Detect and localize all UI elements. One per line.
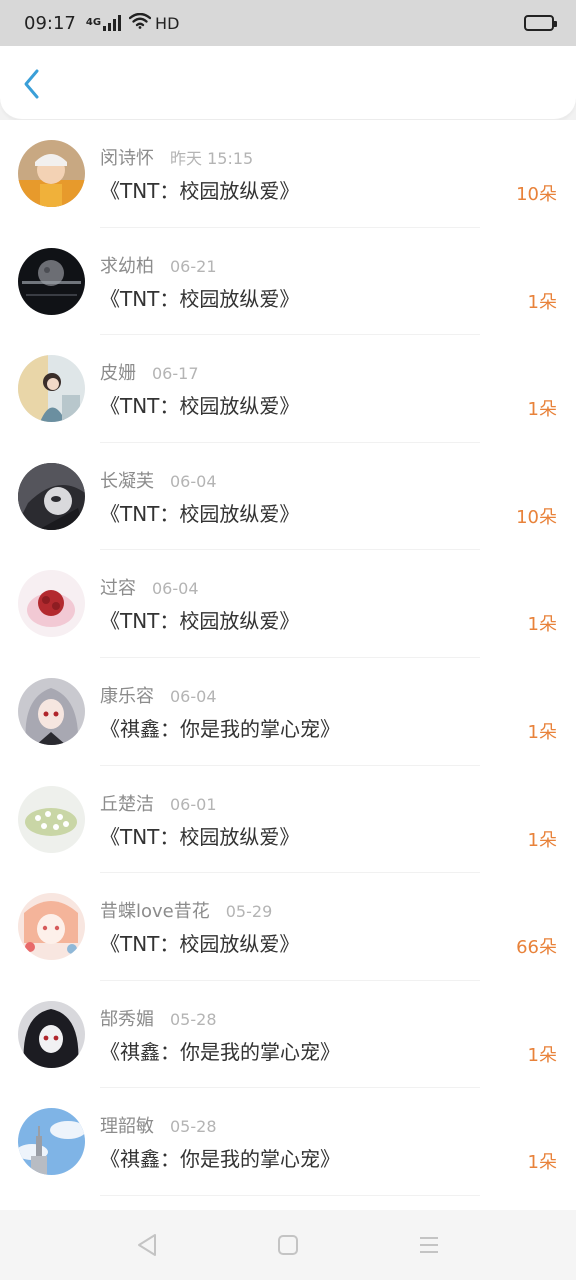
timestamp: 06-17 [152, 364, 199, 384]
book-title: 《祺鑫：你是我的掌心宠》 [100, 1039, 340, 1064]
timestamp: 06-21 [170, 256, 217, 276]
flower-count: 1朵 [527, 829, 557, 851]
triangle-back-icon [138, 1234, 156, 1256]
rose-cake-avatar [18, 570, 85, 638]
menu-lines-icon [420, 1237, 438, 1253]
avatar[interactable] [18, 570, 85, 638]
user-name: 郜秀媚 [100, 1008, 154, 1030]
flower-count: 1朵 [527, 721, 557, 743]
book-title: 《祺鑫：你是我的掌心宠》 [100, 1147, 340, 1172]
hd-indicator: HD [155, 13, 180, 33]
avatar[interactable] [18, 1108, 85, 1176]
nav-home-button[interactable] [276, 1233, 300, 1257]
timestamp: 昨天 15:15 [170, 149, 254, 168]
chevron-left-icon [24, 69, 39, 99]
list-item[interactable]: 郜秀媚 05-28 《祺鑫：你是我的掌心宠》 1朵 [0, 981, 576, 1089]
avatar[interactable] [18, 785, 85, 853]
dark-hair-anime-avatar [18, 1000, 85, 1068]
timestamp: 05-28 [170, 1009, 217, 1029]
book-title: 《TNT：校园放纵爱》 [100, 394, 300, 419]
flower-count: 10朵 [516, 184, 557, 205]
item-meta: 长凝芙 06-04 [100, 467, 217, 493]
timestamp: 06-04 [170, 686, 217, 706]
nav-menu-button[interactable] [417, 1233, 441, 1257]
wifi-icon [128, 12, 152, 33]
header [0, 46, 576, 120]
avatar[interactable] [18, 140, 85, 207]
avatar[interactable] [18, 247, 85, 315]
flower-count: 1朵 [527, 614, 557, 636]
user-name: 昔蝶love昔花 [100, 901, 210, 923]
flower-count: 66朵 [516, 937, 557, 959]
book-title: 《TNT：校园放纵爱》 [100, 824, 300, 849]
flower-count: 1朵 [527, 291, 557, 313]
user-name: 皮姗 [100, 363, 136, 385]
user-name: 闵诗怀 [100, 148, 154, 169]
item-meta: 昔蝶love昔花 05-29 [100, 897, 272, 923]
book-title: 《TNT：校园放纵爱》 [100, 179, 300, 203]
user-name: 康乐容 [100, 685, 154, 707]
list-item[interactable]: 理韶敏 05-28 《祺鑫：你是我的掌心宠》 1朵 [0, 1088, 576, 1196]
book-title: 《TNT：校园放纵爱》 [100, 932, 300, 957]
timestamp: 06-04 [152, 579, 199, 599]
avatar[interactable] [18, 677, 85, 745]
timestamp: 05-29 [225, 902, 273, 922]
flower-count: 10朵 [516, 506, 557, 528]
pastel-anime-avatar [18, 893, 85, 961]
item-meta: 郜秀媚 05-28 [100, 1005, 217, 1031]
child-in-hat-avatar [18, 140, 85, 207]
girl-photo-avatar [18, 355, 85, 423]
silver-hair-anime-avatar [18, 677, 85, 745]
flower-count: 1朵 [527, 1044, 557, 1066]
book-title: 《祺鑫：你是我的掌心宠》 [100, 716, 340, 741]
avatar[interactable] [18, 893, 85, 961]
book-title: 《TNT：校园放纵爱》 [100, 501, 300, 526]
user-name: 理韶敏 [100, 1116, 154, 1138]
dark-anime-avatar [18, 462, 85, 530]
battery-icon [524, 15, 557, 31]
avatar[interactable] [18, 462, 85, 530]
book-title: 《TNT：校园放纵爱》 [100, 609, 300, 634]
list-item[interactable]: 闵诗怀 昨天 15:15 《TNT：校园放纵爱》 10朵 [0, 120, 576, 228]
item-meta: 过容 06-04 [100, 574, 199, 600]
user-name: 过容 [100, 578, 136, 600]
book-title: 《TNT：校园放纵爱》 [100, 286, 300, 311]
list-item[interactable]: 过容 06-04 《TNT：校园放纵爱》 1朵 [0, 550, 576, 658]
status-bar: 09:17 4G HD [0, 0, 576, 46]
list-item[interactable]: 长凝芙 06-04 《TNT：校园放纵爱》 10朵 [0, 443, 576, 551]
babys-breath-flower-avatar [18, 785, 85, 853]
flower-count: 1朵 [527, 1152, 557, 1174]
item-meta: 康乐容 06-04 [100, 682, 217, 708]
user-name: 丘楚洁 [100, 793, 154, 815]
network-type: 4G [85, 17, 102, 28]
timestamp: 06-04 [170, 471, 217, 491]
timestamp: 05-28 [170, 1117, 217, 1137]
list-item[interactable]: 求幼柏 06-21 《TNT：校园放纵爱》 1朵 [0, 228, 576, 336]
item-meta: 皮姗 06-17 [100, 359, 199, 385]
signal-icon [103, 15, 122, 31]
list-item[interactable]: 昔蝶love昔花 05-29 《TNT：校园放纵爱》 66朵 [0, 873, 576, 981]
status-time: 09:17 [24, 12, 76, 34]
system-nav-bar [0, 1210, 576, 1280]
user-name: 长凝芙 [100, 470, 154, 492]
back-button[interactable] [14, 66, 50, 102]
sky-tower-avatar [18, 1108, 85, 1176]
nav-back-button[interactable] [135, 1233, 159, 1257]
item-meta: 理韶敏 05-28 [100, 1112, 217, 1138]
square-home-icon [278, 1235, 298, 1255]
avatar[interactable] [18, 355, 85, 423]
timestamp: 06-01 [170, 794, 217, 814]
item-meta: 求幼柏 06-21 [100, 252, 217, 278]
user-name: 求幼柏 [100, 255, 154, 277]
item-meta: 丘楚洁 06-01 [100, 790, 217, 816]
item-meta: 闵诗怀 昨天 15:15 [100, 144, 253, 170]
list-item[interactable]: 康乐容 06-04 《祺鑫：你是我的掌心宠》 1朵 [0, 658, 576, 766]
list-item[interactable]: 丘楚洁 06-01 《TNT：校园放纵爱》 1朵 [0, 766, 576, 874]
list-item[interactable]: 皮姗 06-17 《TNT：校园放纵爱》 1朵 [0, 335, 576, 443]
moon-text-avatar [18, 247, 85, 315]
gift-list: 闵诗怀 昨天 15:15 《TNT：校园放纵爱》 10朵 求幼柏 06-21 《TNT：校园… [0, 120, 576, 1210]
flower-count: 1朵 [527, 399, 557, 421]
avatar[interactable] [18, 1000, 85, 1068]
